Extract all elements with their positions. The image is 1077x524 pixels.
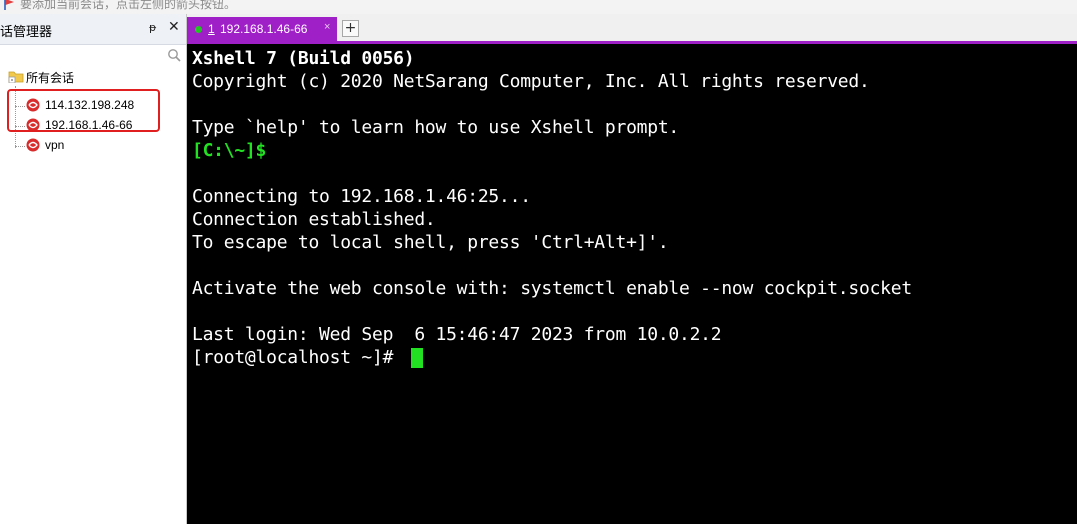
tab-number: 1 [208,22,215,36]
terminal-line: To escape to local shell, press 'Ctrl+Al… [192,232,669,253]
pin-icon[interactable]: ᵽ [149,21,156,34]
terminal-line: Last login: Wed Sep 6 15:46:47 2023 from… [192,324,722,345]
shell-prompt: [root@localhost ~]# [192,347,404,368]
terminal-line: Connection established. [192,209,436,230]
highlight-box [7,89,160,132]
folder-icon [8,71,24,83]
terminal-line: Xshell 7 (Build 0056) [192,48,415,69]
close-panel-button[interactable]: ✕ [168,19,180,35]
panel-header: 话管理器 ᵽ ✕ [0,14,186,45]
connected-status-icon [195,26,202,33]
flag-icon [4,0,14,10]
tab-bar: 1 192.168.1.46-66 × + [187,14,1077,44]
local-prompt: [C:\~]$ [192,140,267,161]
tree-folder-all-sessions[interactable]: 所有会话 [0,66,180,86]
terminal-cursor [411,348,423,368]
close-tab-icon[interactable]: × [324,21,330,33]
session-icon [26,138,40,152]
search-icon[interactable] [167,48,181,62]
terminal-line: Activate the web console with: systemctl… [192,278,912,299]
terminal-line: Connecting to 192.168.1.46:25... [192,186,531,207]
add-tab-button[interactable]: + [342,20,359,37]
hint-text: 要添加当前会话，点击左侧的箭头按钮。 [20,0,237,11]
session-label: vpn [45,138,65,152]
terminal-line: Type `help' to learn how to use Xshell p… [192,117,679,138]
tree-session-item[interactable]: vpn [0,135,180,155]
panel-title: 话管理器 [0,25,53,40]
terminal-line: Copyright (c) 2020 NetSarang Computer, I… [192,71,870,92]
tab-title: 192.168.1.46-66 [220,22,308,36]
hint-bar: 要添加当前会话，点击左侧的箭头按钮。 [0,0,1077,14]
tab-session[interactable]: 1 192.168.1.46-66 × [187,17,337,41]
tree-folder-label: 所有会话 [26,71,75,85]
terminal[interactable]: Xshell 7 (Build 0056) Copyright (c) 2020… [187,44,1077,524]
